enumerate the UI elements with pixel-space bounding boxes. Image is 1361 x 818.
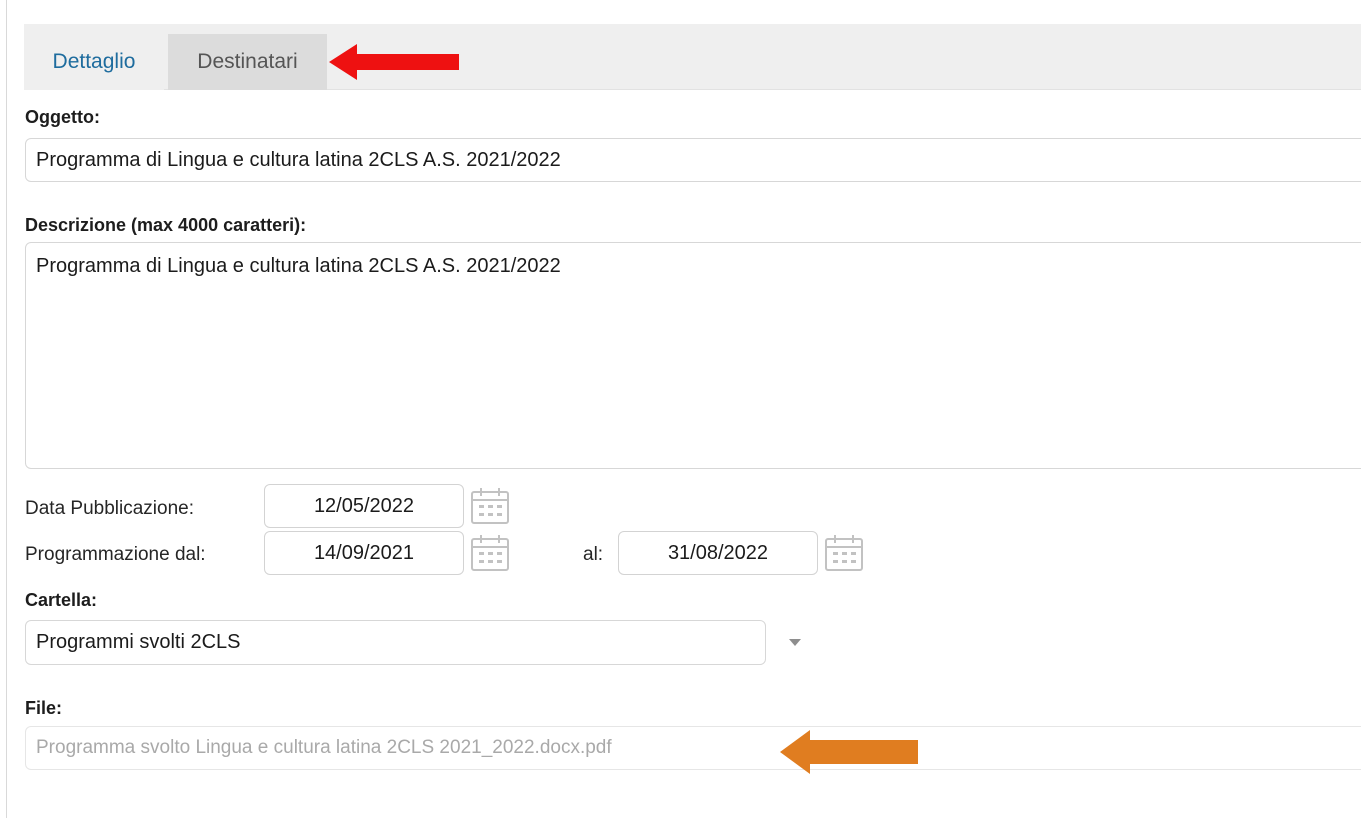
left-divider — [6, 0, 7, 818]
tab-bar: Dettaglio Destinatari — [24, 24, 1361, 90]
calendar-icon[interactable] — [470, 487, 510, 525]
calendar-icon[interactable] — [824, 534, 864, 572]
descrizione-label: Descrizione (max 4000 caratteri): — [25, 215, 307, 235]
file-input[interactable]: Programma svolto Lingua e cultura latina… — [25, 726, 1361, 770]
cartella-select[interactable]: Programmi svolti 2CLS — [25, 620, 766, 665]
cartella-label: Cartella: — [25, 590, 98, 610]
programmazione-al-input[interactable]: 31/08/2022 — [618, 531, 818, 575]
form-page: Dettaglio Destinatari Oggetto: Programma… — [0, 0, 1361, 818]
programmazione-dal-label: Programmazione dal: — [25, 544, 206, 565]
programmazione-al-label: al: — [583, 544, 604, 565]
arrow-left-icon — [329, 44, 459, 80]
arrow-left-icon — [780, 730, 918, 774]
tab-destinatari[interactable]: Destinatari — [168, 34, 327, 90]
data-pubblicazione-input[interactable]: 12/05/2022 — [264, 484, 464, 528]
file-label: File: — [25, 698, 63, 718]
tab-dettaglio[interactable]: Dettaglio — [24, 34, 164, 90]
programmazione-dal-input[interactable]: 14/09/2021 — [264, 531, 464, 575]
data-pubblicazione-label: Data Pubblicazione: — [25, 498, 194, 519]
oggetto-label: Oggetto: — [25, 107, 100, 127]
oggetto-input[interactable]: Programma di Lingua e cultura latina 2CL… — [25, 138, 1361, 182]
descrizione-textarea[interactable]: Programma di Lingua e cultura latina 2CL… — [25, 242, 1361, 469]
calendar-icon[interactable] — [470, 534, 510, 572]
chevron-down-icon[interactable] — [787, 636, 803, 648]
